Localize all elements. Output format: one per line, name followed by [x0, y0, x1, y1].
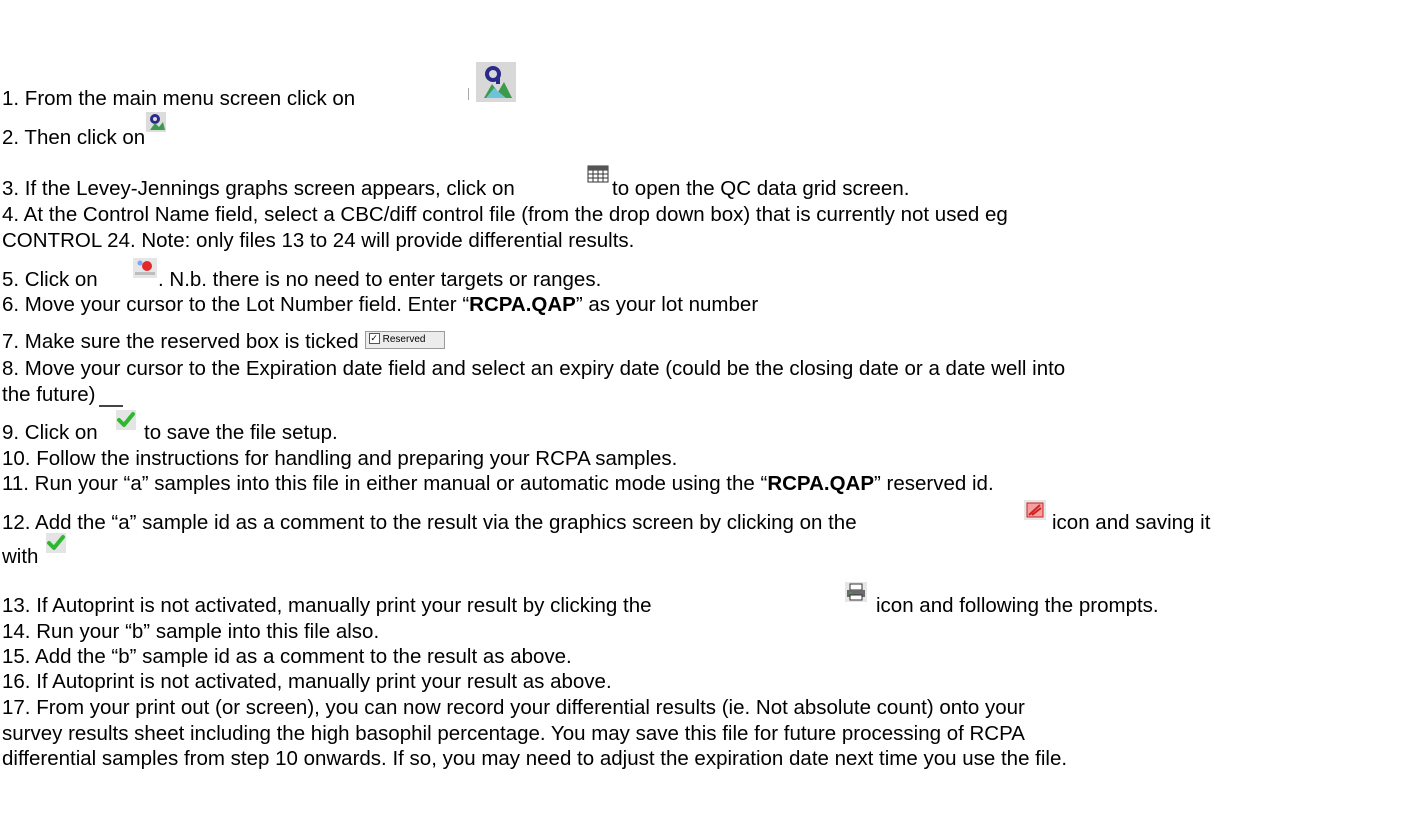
step-13-text-b: icon and following the prompts. [876, 594, 1159, 617]
step-17-text-a: 17. From your print out (or screen), you… [2, 696, 1025, 719]
step-4-line-1: 4. At the Control Name field, select a C… [2, 203, 1008, 227]
step-8-line-1: 8. Move your cursor to the Expiration da… [2, 357, 1065, 381]
print-icon[interactable] [845, 582, 867, 602]
step-15: 15. Add the “b” sample id as a comment t… [2, 645, 572, 669]
step-6: 6. Move your cursor to the Lot Number fi… [2, 293, 758, 317]
date-field-marker [99, 395, 124, 407]
step-3-tail: to open the QC data grid screen. [612, 177, 909, 201]
step-9-tail: to save the file setup. [144, 421, 338, 445]
step-8-text-b: the future) [2, 383, 96, 406]
step-13-tail: icon and following the prompts. [876, 594, 1159, 618]
checkbox-tick-icon: ✓ [368, 333, 380, 345]
step-2: 2. Then click on [2, 126, 145, 150]
step-16: 16. If Autoprint is not activated, manua… [2, 670, 612, 694]
step-9: 9. Click on [2, 421, 98, 445]
step-13: 13. If Autoprint is not activated, manua… [2, 594, 652, 618]
step-3-text-a: 3. If the Levey-Jennings graphs screen a… [2, 177, 515, 200]
step-8-line-2: the future) [2, 383, 124, 407]
step-12-text-c: with [2, 545, 39, 568]
checkmark-save-icon[interactable] [116, 410, 136, 430]
step-17-text-b: survey results sheet including the high … [2, 722, 1025, 745]
step-11-text-b: ” reserved id. [874, 472, 994, 495]
divider-tick [468, 88, 471, 100]
qc-submenu-icon[interactable] [146, 112, 166, 132]
step-5-text-b: . N.b. there is no need to enter targets… [158, 268, 602, 291]
step-3-text-b: to open the QC data grid screen. [612, 177, 910, 200]
step-14: 14. Run your “b” sample into this file a… [2, 620, 379, 644]
step-9-text-a: 9. Click on [2, 421, 98, 444]
step-5-text-a: 5. Click on [2, 268, 98, 291]
step-17-line-1: 17. From your print out (or screen), you… [2, 696, 1025, 720]
new-file-icon[interactable] [133, 258, 157, 278]
reserved-checkbox[interactable]: ✓ Reserved [364, 330, 445, 349]
step-2-text: 2. Then click on [2, 126, 146, 149]
reserved-label: Reserved [382, 333, 426, 345]
step-11: 11. Run your “a” samples into this file … [2, 472, 994, 496]
step-7-text: 7. Make sure the reserved box is ticked [2, 330, 359, 353]
step-11-text-a: 11. Run your “a” samples into this file … [2, 472, 768, 495]
step-13-text-a: 13. If Autoprint is not activated, manua… [2, 594, 652, 617]
step-1-text: 1. From the main menu screen click on [2, 87, 356, 110]
step-10: 10. Follow the instructions for handling… [2, 447, 677, 471]
step-4-text-b: CONTROL 24. Note: only files 13 to 24 wi… [2, 229, 635, 252]
step-10-text: 10. Follow the instructions for handling… [2, 447, 678, 470]
step-4-line-2: CONTROL 24. Note: only files 13 to 24 wi… [2, 229, 634, 253]
comment-icon[interactable] [1024, 500, 1046, 520]
data-grid-icon[interactable] [587, 165, 609, 185]
qc-main-menu-icon[interactable] [476, 62, 516, 102]
step-6-text-a: 6. Move your cursor to the Lot Number fi… [2, 293, 470, 316]
step-7: 7. Make sure the reserved box is ticked ✓… [2, 330, 445, 354]
lot-number-value: RCPA.QAP [469, 293, 576, 316]
step-17-line-2: survey results sheet including the high … [2, 722, 1025, 746]
step-12-line-2: with [2, 545, 38, 569]
reserved-id-value: RCPA.QAP [767, 472, 875, 495]
step-8-text-a: 8. Move your cursor to the Expiration da… [2, 357, 1066, 380]
step-12-line-1: 12. Add the “a” sample id as a comment t… [2, 511, 857, 535]
step-5-tail: . N.b. there is no need to enter targets… [158, 268, 601, 292]
step-3: 3. If the Levey-Jennings graphs screen a… [2, 177, 515, 201]
step-1: 1. From the main menu screen click on [2, 87, 355, 111]
step-6-text-b: ” as your lot number [575, 293, 759, 316]
step-5: 5. Click on [2, 268, 98, 292]
step-9-text-b: to save the file setup. [144, 421, 338, 444]
checkmark-save-icon-2[interactable] [46, 533, 66, 553]
step-12-tail: icon and saving it [1052, 511, 1210, 535]
step-15-text: 15. Add the “b” sample id as a comment t… [2, 645, 572, 668]
step-17-text-c: differential samples from step 10 onward… [2, 747, 1068, 770]
step-14-text: 14. Run your “b” sample into this file a… [2, 620, 380, 643]
step-12-text-a: 12. Add the “a” sample id as a comment t… [2, 511, 857, 534]
step-16-text: 16. If Autoprint is not activated, manua… [2, 670, 612, 693]
step-12-text-b: icon and saving it [1052, 511, 1211, 534]
step-4-text-a: 4. At the Control Name field, select a C… [2, 203, 1008, 226]
step-17-line-3: differential samples from step 10 onward… [2, 747, 1067, 771]
